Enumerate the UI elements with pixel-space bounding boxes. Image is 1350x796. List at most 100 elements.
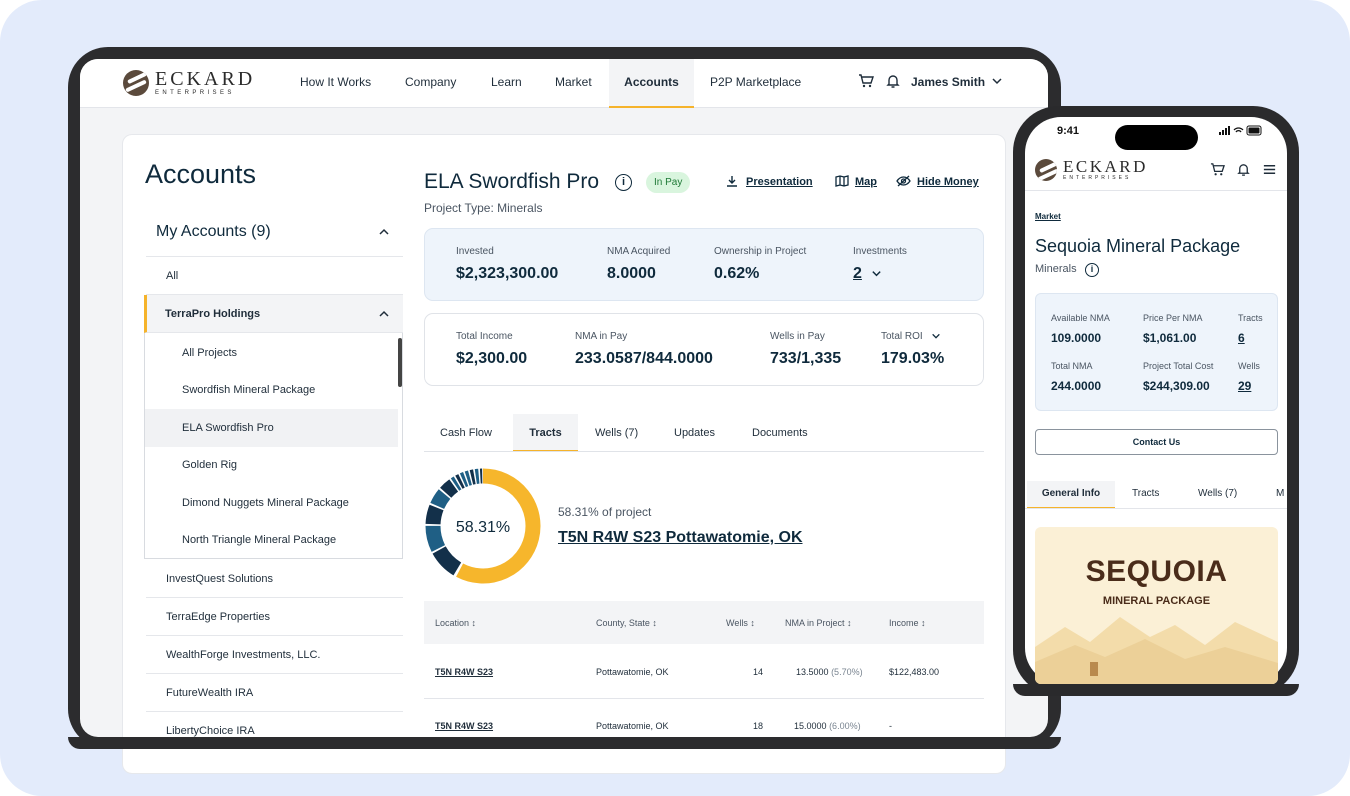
- nav-learn[interactable]: Learn: [491, 59, 522, 108]
- project-item[interactable]: Golden Rig: [145, 446, 398, 484]
- phone-tab-tracts[interactable]: Tracts: [1132, 481, 1159, 509]
- info-icon[interactable]: i: [1085, 263, 1099, 277]
- stat-label: Total NMA: [1051, 361, 1093, 371]
- nav-accounts[interactable]: Accounts: [609, 59, 694, 108]
- contact-us-button[interactable]: Contact Us: [1035, 429, 1278, 455]
- accounts-title: Accounts: [145, 159, 257, 189]
- phone-tab-more[interactable]: M: [1276, 481, 1286, 509]
- nav-company[interactable]: Company: [405, 59, 456, 108]
- list-scrollbar[interactable]: [398, 338, 402, 387]
- stat-value: $244,309.00: [1143, 379, 1210, 393]
- brand-sub: ENTERPRISES: [155, 90, 235, 96]
- chevron-down-icon[interactable]: [931, 331, 941, 344]
- project-item[interactable]: Swordfish Mineral Package: [145, 371, 398, 409]
- project-item[interactable]: Dimond Nuggets Mineral Package: [145, 484, 398, 522]
- phone-tabs-divider: [1025, 508, 1287, 509]
- row-location-link[interactable]: T5N R4W S23: [435, 667, 493, 677]
- account-all[interactable]: All: [146, 257, 403, 295]
- account-item[interactable]: InvestQuest Solutions: [146, 560, 403, 598]
- nav-market[interactable]: Market: [555, 59, 592, 108]
- investments-count-link[interactable]: 2: [853, 265, 862, 283]
- project-banner-image: SEQUOIA MINERAL PACKAGE: [1035, 527, 1278, 684]
- stat-label[interactable]: Total ROI: [881, 331, 923, 342]
- stat-value: 244.0000: [1051, 379, 1102, 393]
- breadcrumb-market[interactable]: Market: [1035, 212, 1061, 221]
- dynamic-island: [1115, 125, 1198, 150]
- phone-time: 9:41: [1057, 125, 1080, 137]
- tab-documents[interactable]: Documents: [752, 414, 808, 452]
- donut-segment-other: [464, 470, 472, 486]
- nav-p2p-marketplace[interactable]: P2P Marketplace: [710, 59, 801, 108]
- hide-money-link[interactable]: Hide Money: [917, 176, 979, 188]
- donut-segment-other: [432, 546, 462, 576]
- brand-sub: ENTERPRISES: [1063, 175, 1132, 181]
- bell-icon[interactable]: [884, 73, 902, 91]
- cart-icon[interactable]: [857, 73, 875, 91]
- row-county: Pottawatomie, OK: [596, 721, 669, 731]
- account-item[interactable]: TerraEdge Properties: [146, 598, 403, 636]
- banner-subtitle: MINERAL PACKAGE: [1102, 595, 1211, 607]
- project-item[interactable]: North Triangle Mineral Package: [145, 521, 398, 559]
- account-item[interactable]: FutureWealth IRA: [146, 674, 403, 712]
- phone-tab-general-info[interactable]: General Info: [1027, 481, 1115, 509]
- row-wells: 14: [753, 667, 764, 677]
- my-accounts-header[interactable]: My Accounts (9): [156, 223, 271, 241]
- stat-value: 733/1,335: [770, 350, 842, 367]
- col-location[interactable]: Location ↕: [435, 618, 476, 628]
- stat-value: $2,323,300.00: [456, 265, 559, 282]
- tract-name-link[interactable]: T5N R4W S23 Pottawatomie, OK: [558, 529, 803, 547]
- map-link[interactable]: Map: [855, 176, 877, 188]
- stat-value: 0.62%: [714, 265, 760, 282]
- chevron-down-icon[interactable]: [871, 268, 882, 282]
- stat-label: Wells: [1238, 361, 1260, 371]
- tracts-count-link[interactable]: 6: [1238, 331, 1245, 345]
- presentation-link[interactable]: Presentation: [746, 176, 813, 188]
- tab-cash-flow[interactable]: Cash Flow: [440, 414, 492, 452]
- stat-value: $2,300.00: [456, 350, 528, 367]
- info-icon[interactable]: i: [615, 174, 632, 191]
- stat-label: Project Total Cost: [1143, 361, 1214, 371]
- row-nma: 15.0000 (6.00%): [794, 721, 861, 731]
- map-icon[interactable]: [835, 175, 849, 190]
- row-divider: [424, 698, 984, 699]
- tab-updates[interactable]: Updates: [674, 414, 715, 452]
- donut-segment-other: [455, 474, 465, 489]
- brand-name: ECKARD: [155, 68, 256, 90]
- user-menu-name[interactable]: James Smith: [911, 59, 985, 105]
- bell-icon[interactable]: [1234, 162, 1252, 180]
- status-badge: In Pay: [646, 172, 691, 193]
- col-income[interactable]: Income ↕: [889, 618, 926, 628]
- row-location-link[interactable]: T5N R4W S23: [435, 721, 493, 731]
- phone-tab-wells[interactable]: Wells (7): [1198, 481, 1237, 509]
- project-item[interactable]: All Projects: [145, 334, 398, 372]
- account-item[interactable]: WealthForge Investments, LLC.: [146, 636, 403, 674]
- top-nav: ECKARD ENTERPRISES How It Works Company …: [80, 59, 1048, 108]
- cart-icon[interactable]: [1208, 162, 1226, 180]
- project-item-selected[interactable]: ELA Swordfish Pro: [145, 409, 398, 447]
- tablet-bezel-bottom: [68, 737, 1061, 749]
- mountains-illustration-icon: [1035, 617, 1278, 684]
- nav-how-it-works[interactable]: How It Works: [300, 59, 371, 108]
- account-group-terrapro[interactable]: TerraPro Holdings: [144, 295, 403, 333]
- chevron-up-icon[interactable]: [378, 226, 390, 241]
- chevron-down-icon[interactable]: [988, 73, 1006, 91]
- col-wells[interactable]: Wells ↕: [726, 618, 755, 628]
- signal-wifi-battery-icon: [1219, 125, 1263, 138]
- stat-value: $1,061.00: [1143, 331, 1197, 345]
- eye-off-icon[interactable]: [896, 175, 911, 190]
- stat-label: Tracts: [1238, 313, 1263, 323]
- col-nma-in-project[interactable]: NMA in Project ↕: [785, 618, 852, 628]
- phone-bezel-bottom: [1013, 684, 1299, 696]
- chevron-up-icon[interactable]: [378, 308, 390, 323]
- phone-brand-logo[interactable]: ECKARD ENTERPRISES: [1035, 158, 1148, 181]
- tab-tracts[interactable]: Tracts: [513, 414, 578, 452]
- phone-nav-divider: [1025, 190, 1287, 191]
- download-icon[interactable]: [726, 175, 738, 190]
- col-county-state[interactable]: County, State ↕: [596, 618, 657, 628]
- row-nma: 13.5000 (5.70%): [796, 667, 863, 677]
- tab-wells[interactable]: Wells (7): [595, 414, 638, 452]
- brand-logo[interactable]: ECKARD ENTERPRISES: [123, 69, 255, 96]
- row-wells: 18: [753, 721, 764, 731]
- hamburger-menu-icon[interactable]: [1260, 162, 1278, 180]
- wells-count-link[interactable]: 29: [1238, 379, 1251, 393]
